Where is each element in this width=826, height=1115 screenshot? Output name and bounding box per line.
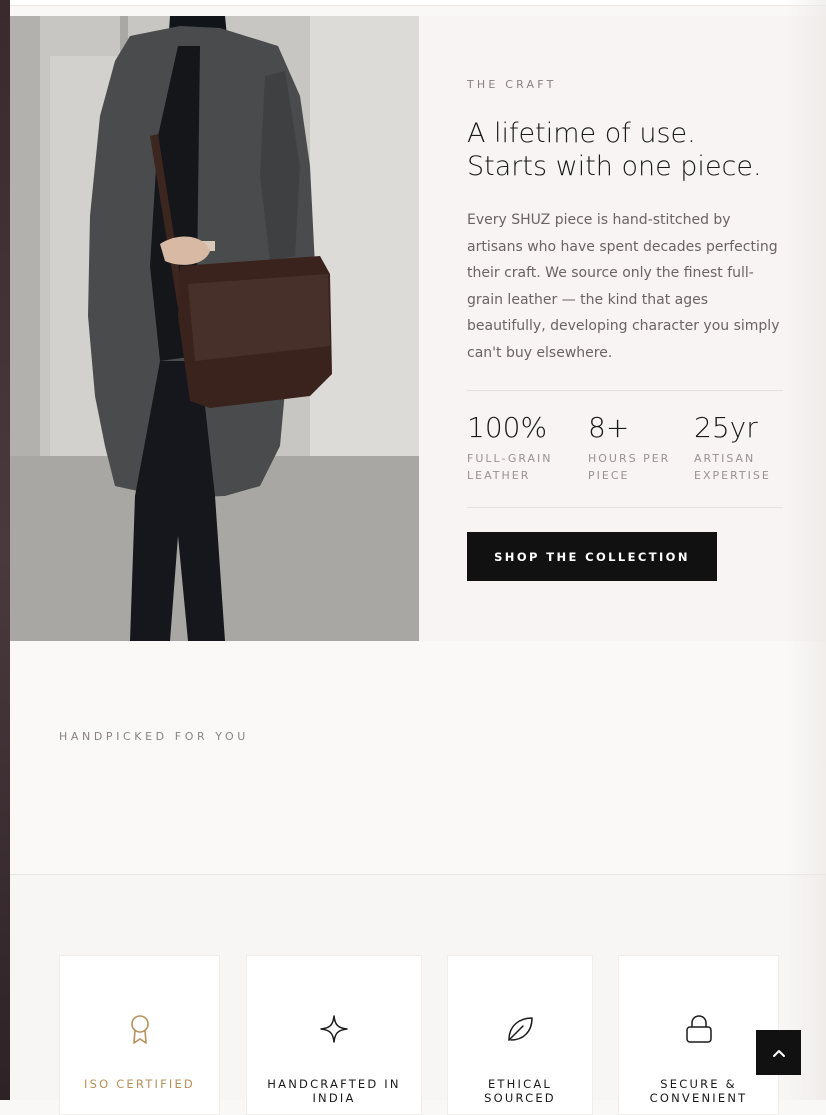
- back-to-top-button[interactable]: [756, 1030, 801, 1075]
- stat-label: HOURS PER PIECE: [588, 452, 671, 482]
- lock-icon: [682, 1012, 716, 1046]
- craft-body-text: Every SHUZ piece is hand-stitched by art…: [467, 212, 780, 361]
- stat-value: 8+: [588, 411, 630, 444]
- feature-label: ISO CERTIFIED: [84, 1077, 195, 1091]
- stat-hours: 8+ HOURS PER PIECE: [588, 411, 688, 484]
- handpicked-eyebrow: HANDPICKED FOR YOU: [59, 730, 249, 743]
- craft-title-line-2: Starts with one piece.: [467, 151, 762, 182]
- stat-full-grain: 100% FULL-GRAIN LEATHER: [467, 411, 567, 484]
- features-section: ISO CERTIFIED HANDCRAFTED IN INDIA ETHIC…: [10, 875, 826, 1115]
- craft-title-line-1: A lifetime of use.: [467, 118, 696, 149]
- feature-card-handcrafted: HANDCRAFTED IN INDIA: [246, 955, 422, 1115]
- chevron-up-icon: [756, 1045, 801, 1061]
- feature-label: HANDCRAFTED IN INDIA: [267, 1077, 401, 1105]
- page-edge-strip: [0, 0, 10, 1100]
- leaf-icon: [503, 1012, 537, 1046]
- stat-label: FULL-GRAIN LEATHER: [467, 452, 553, 482]
- sparkle-icon: [317, 1012, 351, 1046]
- handpicked-section: HANDPICKED FOR YOU: [10, 641, 826, 875]
- feature-card-iso: ISO CERTIFIED: [59, 955, 220, 1115]
- award-ribbon-icon: [123, 1012, 157, 1046]
- craft-eyebrow: THE CRAFT: [467, 78, 557, 91]
- stats-bottom-divider: [467, 507, 783, 508]
- stats-top-divider: [467, 390, 783, 391]
- feature-card-ethical: ETHICAL SOURCED: [447, 955, 593, 1115]
- stat-value: 100%: [467, 411, 548, 444]
- feature-card-secure: SECURE & CONVENIENT: [618, 955, 779, 1115]
- stat-expertise: 25yr ARTISAN EXPERTISE: [694, 411, 794, 484]
- shop-collection-button[interactable]: SHOP THE COLLECTION: [467, 532, 717, 581]
- stat-value: 25yr: [694, 411, 758, 444]
- craft-title: A lifetime of use. Starts with one piece…: [467, 117, 797, 183]
- craft-hero-image: [10, 16, 419, 641]
- stat-label: ARTISAN EXPERTISE: [694, 452, 771, 482]
- craft-section: THE CRAFT A lifetime of use. Starts with…: [10, 16, 826, 641]
- header-bar-edge: [10, 0, 826, 6]
- feature-label: ETHICAL SOURCED: [484, 1077, 556, 1105]
- feature-label: SECURE & CONVENIENT: [649, 1077, 748, 1105]
